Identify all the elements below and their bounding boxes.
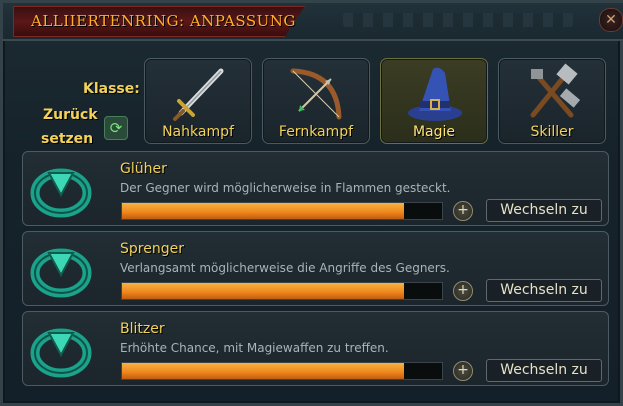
wizard-hat-icon — [408, 67, 462, 121]
add-button[interactable]: + — [453, 201, 473, 221]
class-button-melee[interactable]: Nahkampf — [144, 58, 252, 144]
ring-name: Sprenger — [120, 241, 184, 257]
ring-progress-bar — [121, 282, 443, 300]
customization-window: Alliiertenring: Anpassung ✕ Klasse: Zurü… — [0, 0, 623, 406]
close-icon: ✕ — [605, 12, 617, 28]
ring-name: Glüher — [120, 161, 167, 177]
title-ornament — [343, 13, 573, 27]
switch-to-button[interactable]: Wechseln zu — [486, 199, 602, 222]
add-button[interactable]: + — [453, 281, 473, 301]
class-label: Klasse: — [83, 81, 140, 97]
sword-icon — [173, 68, 224, 121]
ring-name: Blitzer — [120, 321, 165, 337]
ring-description: Der Gegner wird möglicherweise in Flamme… — [120, 181, 451, 195]
close-button[interactable]: ✕ — [599, 8, 623, 32]
plus-icon: + — [457, 202, 469, 218]
plus-icon: + — [457, 282, 469, 298]
ring-progress-bar — [121, 362, 443, 380]
ring-description: Verlangsamt möglicherweise die Angriffe … — [120, 261, 450, 275]
ring-row: Glüher Der Gegner wird möglicherweise in… — [22, 151, 609, 226]
ring-description: Erhöhte Chance, mit Magiewaffen zu treff… — [120, 341, 389, 355]
add-button[interactable]: + — [453, 361, 473, 381]
reset-label-line1: Zurück — [43, 107, 98, 123]
ring-progress-fill — [122, 203, 404, 219]
refresh-icon: ⟳ — [109, 119, 123, 137]
ring-progress-bar — [121, 202, 443, 220]
bow-icon — [290, 68, 342, 120]
tools-icon — [530, 63, 581, 118]
switch-to-button[interactable]: Wechseln zu — [486, 279, 602, 302]
ring-progress-fill — [122, 283, 404, 299]
reset-label-line2: setzen — [41, 131, 94, 147]
class-button-magic[interactable]: Magie — [380, 58, 488, 144]
switch-to-button[interactable]: Wechseln zu — [486, 359, 602, 382]
ring-icon — [30, 168, 92, 218]
plus-icon: + — [457, 362, 469, 378]
ring-row: Sprenger Verlangsamt möglicherweise die … — [22, 231, 609, 306]
ring-row: Blitzer Erhöhte Chance, mit Magiewaffen … — [22, 311, 609, 386]
ring-progress-fill — [122, 363, 404, 379]
title-bar: Alliiertenring: Anpassung ✕ — [3, 3, 623, 41]
class-label-magic: Magie — [412, 124, 456, 140]
ring-icon — [30, 248, 92, 298]
class-label-melee: Nahkampf — [162, 124, 234, 140]
class-label-ranged: Fernkampf — [278, 124, 354, 140]
class-label-skiller: Skiller — [530, 124, 574, 140]
class-button-ranged[interactable]: Fernkampf — [262, 58, 370, 144]
window-title: Alliiertenring: Anpassung — [31, 12, 296, 30]
ring-icon — [30, 328, 92, 378]
class-button-skiller[interactable]: Skiller — [498, 58, 606, 144]
reset-button[interactable]: ⟳ — [104, 116, 128, 140]
